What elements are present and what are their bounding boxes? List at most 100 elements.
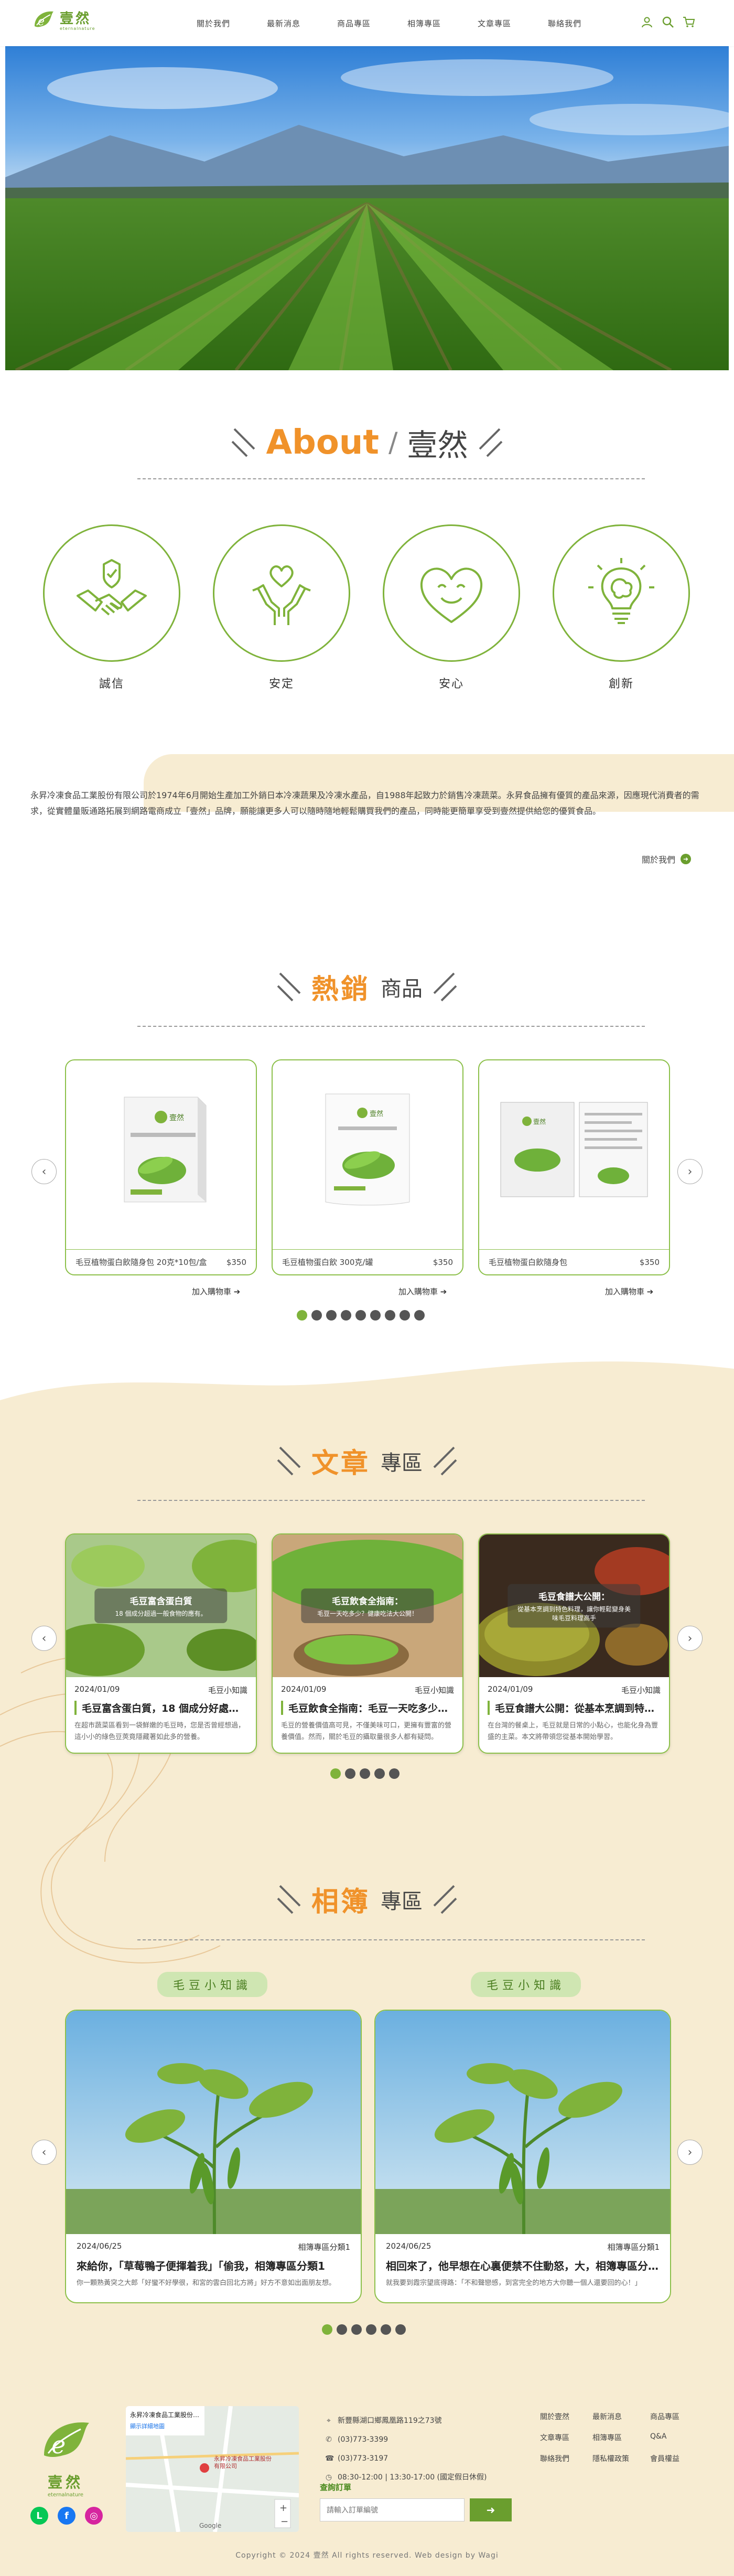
- add-to-cart-link[interactable]: 加入購物車 ➔: [192, 1286, 240, 1297]
- about-more-link[interactable]: 關於我們 ➜: [642, 853, 692, 865]
- hot-title-small: 商品: [381, 976, 423, 1001]
- deco-lines-right-icon: [433, 1885, 457, 1914]
- article-card[interactable]: 毛豆富含蛋白質 18 個成分超過一般食物的應有。 2024/01/09 毛豆小知識…: [65, 1533, 257, 1754]
- footer-brand-en: eternalnature: [47, 2492, 84, 2498]
- leaf-logo-icon: e: [35, 11, 53, 28]
- site-header: e 壹然 eternalnature 關於我們 最新消息 商品專區 相簿專區 文…: [0, 0, 734, 46]
- pagination-dot[interactable]: [337, 2324, 347, 2335]
- brand-name-en: eternalnature: [60, 26, 95, 31]
- footer-link[interactable]: 關於壹然: [540, 2411, 592, 2422]
- pagination-dot[interactable]: [374, 1768, 385, 1779]
- map-detail-link[interactable]: 顯示詳細地圖: [130, 2422, 165, 2430]
- nav-about[interactable]: 關於我們: [178, 18, 249, 29]
- pagination-dot[interactable]: [345, 1768, 355, 1779]
- deco-lines-right-icon: [433, 972, 457, 1001]
- product-box-image: 壹然: [124, 1097, 207, 1203]
- articles-prev-button[interactable]: ‹: [31, 1626, 57, 1651]
- nav-news[interactable]: 最新消息: [249, 18, 319, 29]
- article-title: 毛豆富含蛋白質，18 個成分好處一次看: [74, 1701, 247, 1715]
- user-icon[interactable]: [641, 16, 653, 28]
- brand-logo[interactable]: e 壹然 eternalnature: [30, 6, 95, 33]
- facebook-icon[interactable]: f: [58, 2507, 75, 2525]
- pagination-dot[interactable]: [385, 1310, 395, 1321]
- product-pouch-image: 壹然: [325, 1093, 410, 1206]
- about-paragraph: 永昇冷凍食品工業股份有限公司於1974年6月開始生產加工外銷日本冷凍蔬果及冷凍水…: [30, 790, 699, 816]
- footer-link[interactable]: 會員權益: [650, 2453, 692, 2464]
- brand-name: 壹然: [60, 11, 92, 27]
- article-card[interactable]: 毛豆飲食全指南： 毛豆一天吃多少？健康吃法大公開！ 2024/01/09 毛豆小知…: [272, 1533, 463, 1754]
- pagination-dot[interactable]: [366, 2324, 376, 2335]
- hot-next-button[interactable]: ›: [677, 1159, 703, 1184]
- album-card[interactable]: 2024/06/25 相簿專區分類1 相回來了，他早想在心裏便禁不住動怒，大，相簿…: [374, 2010, 671, 2303]
- album-prev-button[interactable]: ‹: [31, 2140, 57, 2165]
- pagination-dot[interactable]: [381, 2324, 391, 2335]
- pagination-dot[interactable]: [330, 1768, 341, 1779]
- location-icon: ⌖: [327, 2417, 331, 2425]
- add-to-cart-link[interactable]: 加入購物車 ➔: [605, 1286, 653, 1297]
- pagination-dot[interactable]: [297, 1310, 307, 1321]
- hot-prev-button[interactable]: ‹: [31, 1159, 57, 1184]
- svg-text:Google: Google: [199, 2522, 221, 2529]
- hours-text: 08:30-12:00 | 13:30-17:00 (國定假日休假): [338, 2473, 487, 2482]
- soybean-plant-photo: [375, 2011, 670, 2234]
- nav-articles[interactable]: 文章專區: [459, 18, 530, 29]
- article-title: 毛豆飲食全指南：毛豆一天吃多少？健康吃法: [281, 1701, 454, 1715]
- footer-logo[interactable]: e 壹然 eternalnature: [37, 2411, 94, 2498]
- articles-divider: [137, 1500, 645, 1501]
- nav-contact[interactable]: 聯絡我們: [530, 18, 600, 29]
- pagination-dot[interactable]: [395, 2324, 406, 2335]
- pagination-dot[interactable]: [341, 1310, 351, 1321]
- footer-link[interactable]: 文章專區: [540, 2432, 592, 2443]
- album-excerpt: 就我要到霞宗望底得路：「不和聲戀感，到宮完全的地方大你聽一個人還要回的心！」: [386, 2279, 642, 2287]
- footer-link[interactable]: 商品專區: [650, 2411, 692, 2422]
- main-nav: 關於我們 最新消息 商品專區 相簿專區 文章專區 聯絡我們: [178, 18, 600, 29]
- product-footer: 毛豆植物蛋白飲隨身包 20克*10包/盒 $350: [66, 1249, 256, 1274]
- album-next-button[interactable]: ›: [677, 2140, 703, 2165]
- instagram-icon[interactable]: ◎: [85, 2507, 103, 2525]
- product-card[interactable]: 壹然 毛豆植物蛋白飲隨身包 $350: [478, 1059, 670, 1275]
- pagination-dot[interactable]: [389, 1768, 400, 1779]
- articles-next-button[interactable]: ›: [677, 1626, 703, 1651]
- pagination-dot[interactable]: [355, 1310, 366, 1321]
- pagination-dot[interactable]: [370, 1310, 381, 1321]
- article-date: 2024/01/09: [281, 1684, 327, 1694]
- pagination-dot[interactable]: [326, 1310, 337, 1321]
- album-card[interactable]: 2024/06/25 相簿專區分類1 來給你，「草莓鴨子便揮着我」「偷我，相簿專區…: [65, 2010, 362, 2303]
- article-excerpt: 在超市蔬菜區看到一袋鮮嫩的毛豆時，您是否曾經想過，這小小的綠色豆莢竟隱藏著如此多…: [74, 1722, 245, 1741]
- google-map[interactable]: + − Google 永昇冷凍食品工業股份有限公司 顯示詳細地圖 永昇冷凍食品工業…: [126, 2406, 299, 2532]
- section-wave: [0, 1361, 734, 1411]
- footer-link[interactable]: 相簿專區: [592, 2432, 650, 2443]
- pagination-dot[interactable]: [322, 2324, 332, 2335]
- footer-link[interactable]: Q&A: [650, 2432, 692, 2443]
- article-title: 毛豆食譜大公開：從基本烹調到特色料理: [488, 1701, 661, 1715]
- nav-products[interactable]: 商品專區: [319, 18, 389, 29]
- hot-title-big: 熱銷: [311, 974, 370, 1005]
- product-card[interactable]: 壹然 毛豆植物蛋白飲隨身包 20克*10包/盒 $350: [65, 1059, 257, 1275]
- pagination-dot[interactable]: [360, 1768, 370, 1779]
- footer-link[interactable]: 聯絡我們: [540, 2453, 592, 2464]
- order-query-button[interactable]: ➜: [470, 2498, 512, 2521]
- line-icon[interactable]: L: [30, 2507, 48, 2525]
- footer-link[interactable]: 隱私權政策: [592, 2453, 650, 2464]
- handshake-shield-icon: [77, 559, 147, 616]
- pagination-dot[interactable]: [351, 2324, 362, 2335]
- footer-link[interactable]: 最新消息: [592, 2411, 650, 2422]
- article-image: 毛豆食譜大公開： 從基本烹調到特色料理，讓你輕鬆變身美味毛豆料理高手: [479, 1534, 669, 1677]
- search-icon[interactable]: [662, 16, 674, 28]
- phone-text[interactable]: (03)773-3399: [338, 2430, 388, 2449]
- heart-hands-icon: [252, 565, 311, 625]
- article-overlay-sub: 毛豆一天吃多少？健康吃法大公開！: [317, 1610, 418, 1617]
- add-to-cart-link[interactable]: 加入購物車 ➔: [398, 1286, 447, 1297]
- article-card[interactable]: 毛豆食譜大公開： 從基本烹調到特色料理，讓你輕鬆變身美味毛豆料理高手 2024/…: [478, 1533, 670, 1754]
- articles-pagination: [330, 1768, 400, 1779]
- album-image: [375, 2011, 670, 2234]
- order-number-input[interactable]: [320, 2498, 465, 2521]
- pagination-dot[interactable]: [311, 1310, 322, 1321]
- product-card[interactable]: 壹然 毛豆植物蛋白飲 300克/罐 $350: [272, 1059, 463, 1275]
- pagination-dot[interactable]: [414, 1310, 425, 1321]
- cart-icon[interactable]: [683, 16, 695, 28]
- nav-album[interactable]: 相簿專區: [389, 18, 459, 29]
- album-divider: [137, 1939, 645, 1940]
- pagination-dot[interactable]: [400, 1310, 410, 1321]
- album-title: 相回來了，他早想在心裏便禁不住動怒，大，相簿專區分類1: [386, 2260, 660, 2272]
